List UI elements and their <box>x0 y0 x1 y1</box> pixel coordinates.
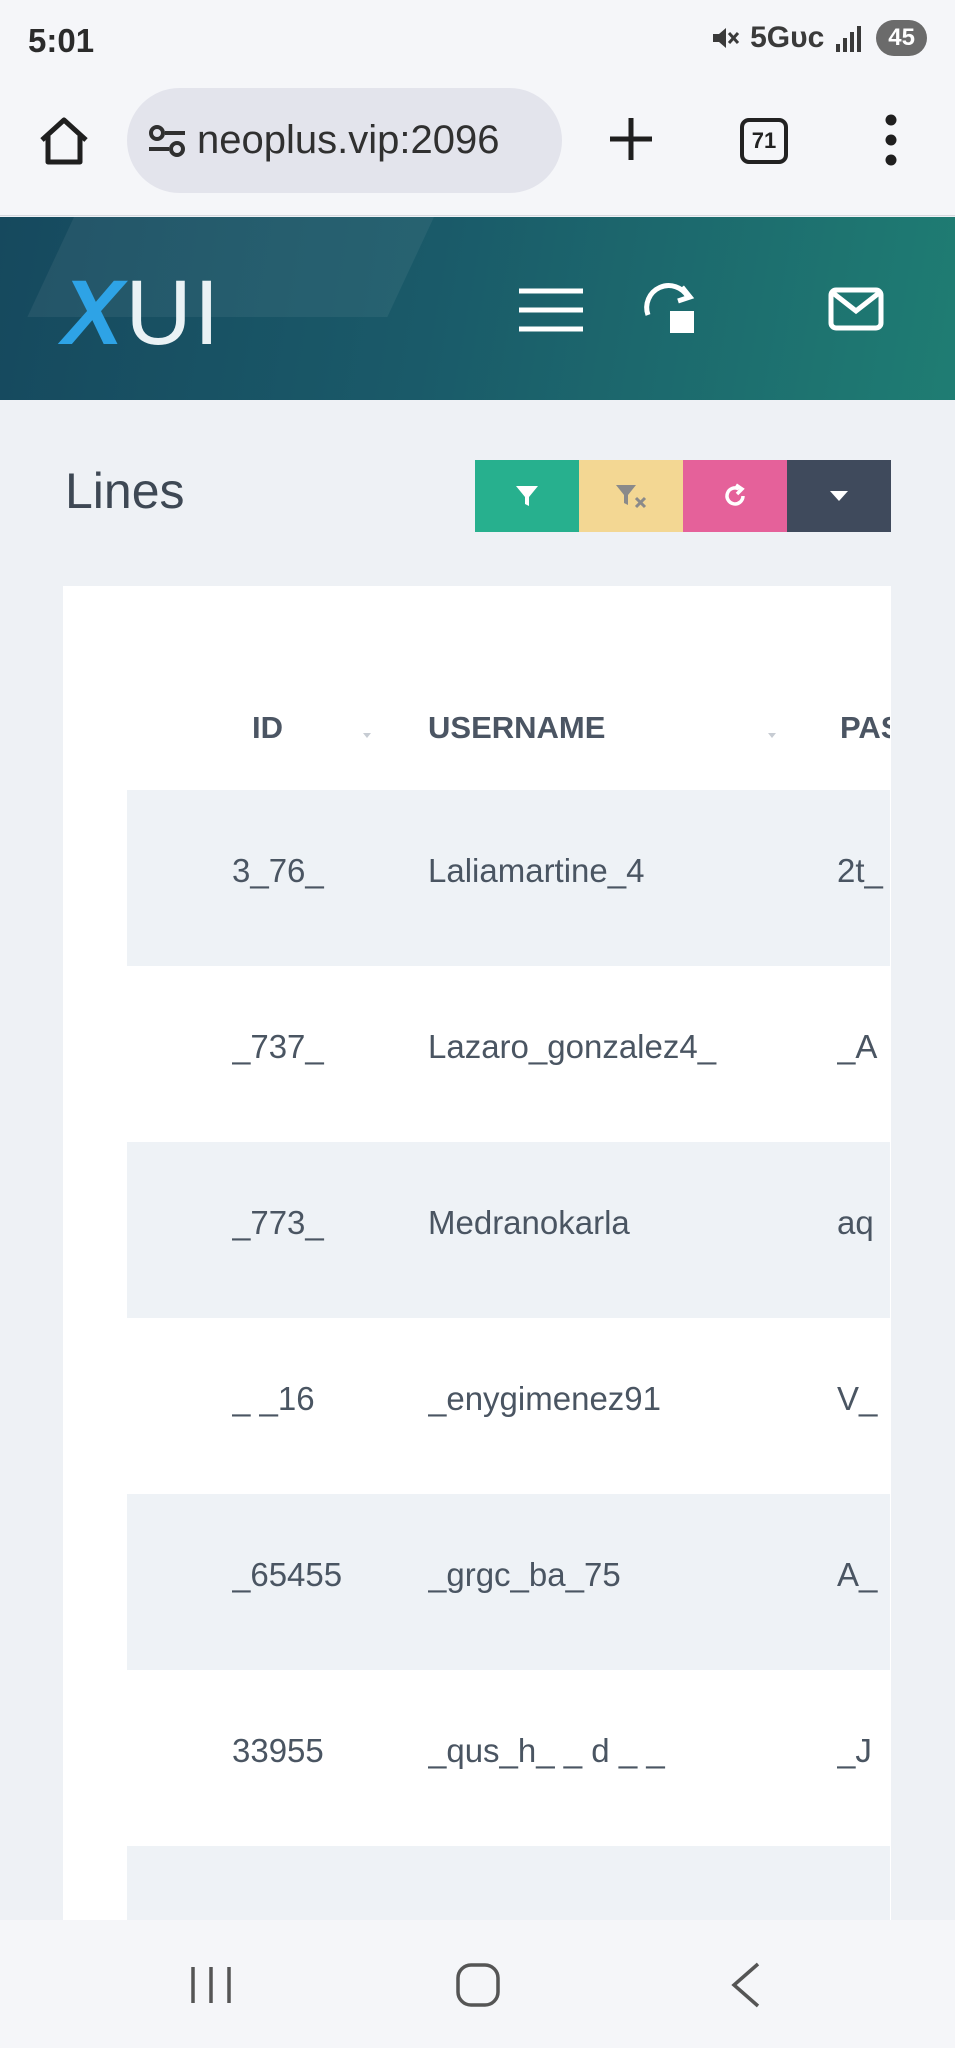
table-header-row: ID USERNAME PAS <box>127 686 890 770</box>
site-settings-icon[interactable] <box>145 121 189 161</box>
lines-table[interactable]: ID USERNAME PAS 3_76_ Laliamartine_4 2t_… <box>127 586 890 1920</box>
cell-password: A_ <box>837 1556 878 1593</box>
cell-password: V_ <box>837 1380 878 1417</box>
mail-icon[interactable] <box>828 287 884 331</box>
sort-icon[interactable] <box>764 724 780 740</box>
cell-username: Lazaro_gonzalez4_ <box>428 1028 717 1065</box>
cell-id: _65455 <box>232 1556 343 1593</box>
status-bar: 5:01 5Gᴜᴄ 45 <box>0 0 955 84</box>
table-row[interactable]: 3_76_ Laliamartine_4 2t_ <box>127 790 890 966</box>
filter-button[interactable] <box>475 460 579 532</box>
sync-icon[interactable] <box>640 281 702 337</box>
table-actions <box>475 460 891 532</box>
table-row[interactable]: _737_ Lazaro_gonzalez4_ _A <box>127 966 890 1142</box>
options-dropdown-button[interactable] <box>787 460 891 532</box>
clear-filter-icon <box>616 485 647 509</box>
table-row[interactable]: _65455 _grgc_ba_75 A_ <box>127 1494 890 1670</box>
app-header: XUI <box>0 217 955 400</box>
more-options-icon[interactable] <box>874 112 908 168</box>
cell-username: _qus_h_ _ d _ _ <box>428 1732 665 1769</box>
cell-username: _grgc_ba_75 <box>428 1556 621 1593</box>
cell-id: 3_76_ <box>232 852 324 889</box>
browser-toolbar: neoplus.vip:2096 71 <box>0 84 955 216</box>
hamburger-menu-icon[interactable] <box>517 285 585 335</box>
column-header-password[interactable]: PAS <box>840 710 890 746</box>
table-body: 3_76_ Laliamartine_4 2t_ _737_ Lazaro_go… <box>127 790 890 1920</box>
table-row[interactable]: _773_ Medranokarla aq <box>127 1142 890 1318</box>
mute-icon <box>713 28 740 48</box>
cell-id: _773_ <box>232 1204 324 1241</box>
caret-down-icon <box>830 491 848 501</box>
filter-icon <box>516 486 538 506</box>
table-row[interactable]: _ _16 _enygimenez91 V_ <box>127 1318 890 1494</box>
cell-password: _A <box>837 1028 878 1065</box>
table-row[interactable]: 33955 _qus_h_ _ d _ _ _J <box>127 1670 890 1846</box>
url-text: neoplus.vip:2096 <box>197 118 500 162</box>
cell-username: _enygimenez91 <box>428 1380 661 1417</box>
recent-apps-icon[interactable] <box>188 1964 234 2006</box>
address-bar[interactable]: neoplus.vip:2096 <box>127 88 562 193</box>
cell-password: aq <box>837 1204 874 1241</box>
refresh-icon <box>725 483 745 506</box>
new-tab-icon[interactable] <box>606 114 656 164</box>
home-icon[interactable] <box>38 114 90 166</box>
home-nav-icon[interactable] <box>455 1962 501 2008</box>
cell-id: _737_ <box>232 1028 324 1065</box>
status-time: 5:01 <box>28 22 95 59</box>
clear-filter-button[interactable] <box>579 460 683 532</box>
back-icon[interactable] <box>728 1960 764 2010</box>
sort-icon[interactable] <box>359 724 375 740</box>
column-header-username[interactable]: USERNAME <box>428 710 605 746</box>
cell-username: Medranokarla <box>428 1204 630 1241</box>
signal-icon <box>836 26 862 52</box>
cell-id: 33955 <box>232 1732 324 1769</box>
xui-logo[interactable]: XUI <box>62 267 221 359</box>
refresh-button[interactable] <box>683 460 787 532</box>
cell-username: Laliamartine_4 <box>428 852 645 889</box>
cell-password: _J <box>837 1732 872 1769</box>
system-nav-bar <box>0 1920 955 2048</box>
tab-switcher-button[interactable]: 71 <box>740 118 788 164</box>
cell-id: _ _16 <box>232 1380 315 1417</box>
lines-table-card: ID USERNAME PAS 3_76_ Laliamartine_4 2t_… <box>63 586 891 1920</box>
page-title: Lines <box>65 463 185 519</box>
column-header-id[interactable]: ID <box>252 710 283 746</box>
status-indicators: 5Gᴜᴄ 45 <box>710 20 927 56</box>
cell-password: 2t_ <box>837 852 883 889</box>
battery-indicator: 45 <box>876 20 927 56</box>
table-row[interactable] <box>127 1846 890 1920</box>
network-label: 5Gᴜᴄ <box>750 21 825 54</box>
